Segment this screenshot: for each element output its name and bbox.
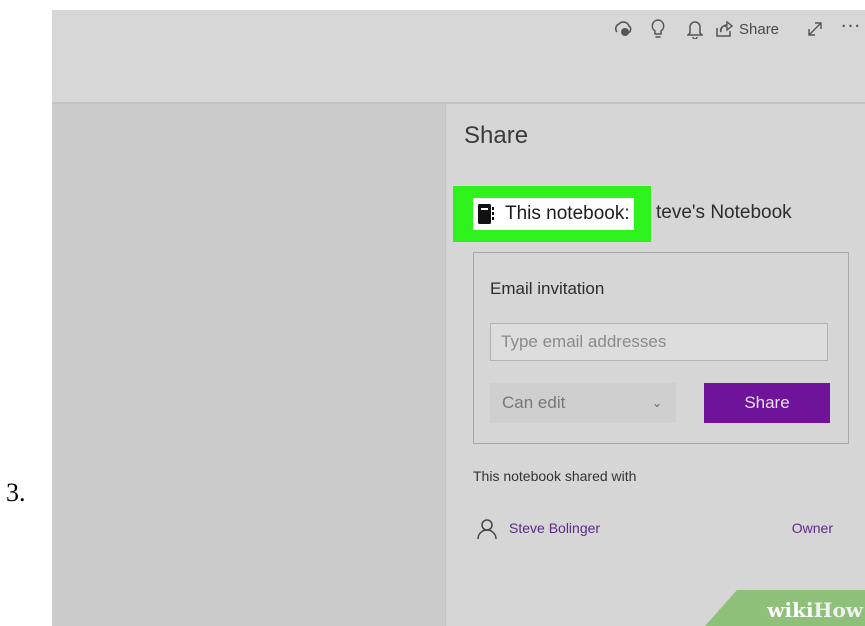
share-panel: Share This notebook: teve's Notebook Ema… [445, 104, 865, 626]
top-bar: Share ··· [52, 10, 865, 104]
shared-with-label: This notebook shared with [473, 468, 637, 484]
lightbulb-icon[interactable] [641, 15, 675, 43]
app-screenshot-frame: Share ··· Share This notebook: teve's No… [52, 10, 865, 626]
toolbar: Share ··· [605, 14, 865, 44]
catch-up-icon[interactable] [605, 15, 641, 43]
highlight-box: This notebook: [453, 186, 651, 242]
user-name-link[interactable]: Steve Bolinger [509, 520, 600, 536]
email-input[interactable] [490, 323, 828, 361]
page-canvas [52, 104, 445, 626]
share-icon [716, 20, 733, 37]
more-icon[interactable]: ··· [837, 12, 865, 46]
bell-icon[interactable] [675, 15, 715, 43]
notebook-name: teve's Notebook [656, 202, 792, 223]
share-button-label: Share [739, 20, 780, 38]
page: 3. Share ··· Share This notebook: teve's… [0, 0, 865, 626]
email-invitation-title: Email invitation [490, 279, 605, 298]
wikihow-watermark-text: wikiHow [767, 598, 863, 622]
permission-select[interactable]: Can edit ⌄ [490, 383, 676, 423]
watermark-how: How [813, 598, 863, 622]
notebook-label-container: This notebook: [473, 198, 634, 230]
share-button[interactable]: Share [715, 15, 793, 43]
user-role-link[interactable]: Owner [792, 520, 833, 536]
notebook-icon [478, 204, 494, 224]
send-share-button[interactable]: Share [704, 383, 830, 423]
panel-title: Share [464, 122, 529, 149]
notebook-row: This notebook: teve's Notebook [446, 186, 865, 242]
step-number: 3. [6, 478, 26, 507]
chevron-down-icon: ⌄ [651, 396, 662, 410]
watermark-wiki: wiki [767, 598, 814, 622]
permission-selected-value: Can edit [502, 393, 566, 412]
notebook-label: This notebook: [505, 203, 630, 224]
person-icon [477, 518, 497, 544]
shared-user-row: Steve Bolinger Owner [473, 516, 833, 542]
email-invitation-box: Email invitation Can edit ⌄ Share [473, 252, 849, 444]
expand-icon[interactable] [793, 15, 837, 43]
